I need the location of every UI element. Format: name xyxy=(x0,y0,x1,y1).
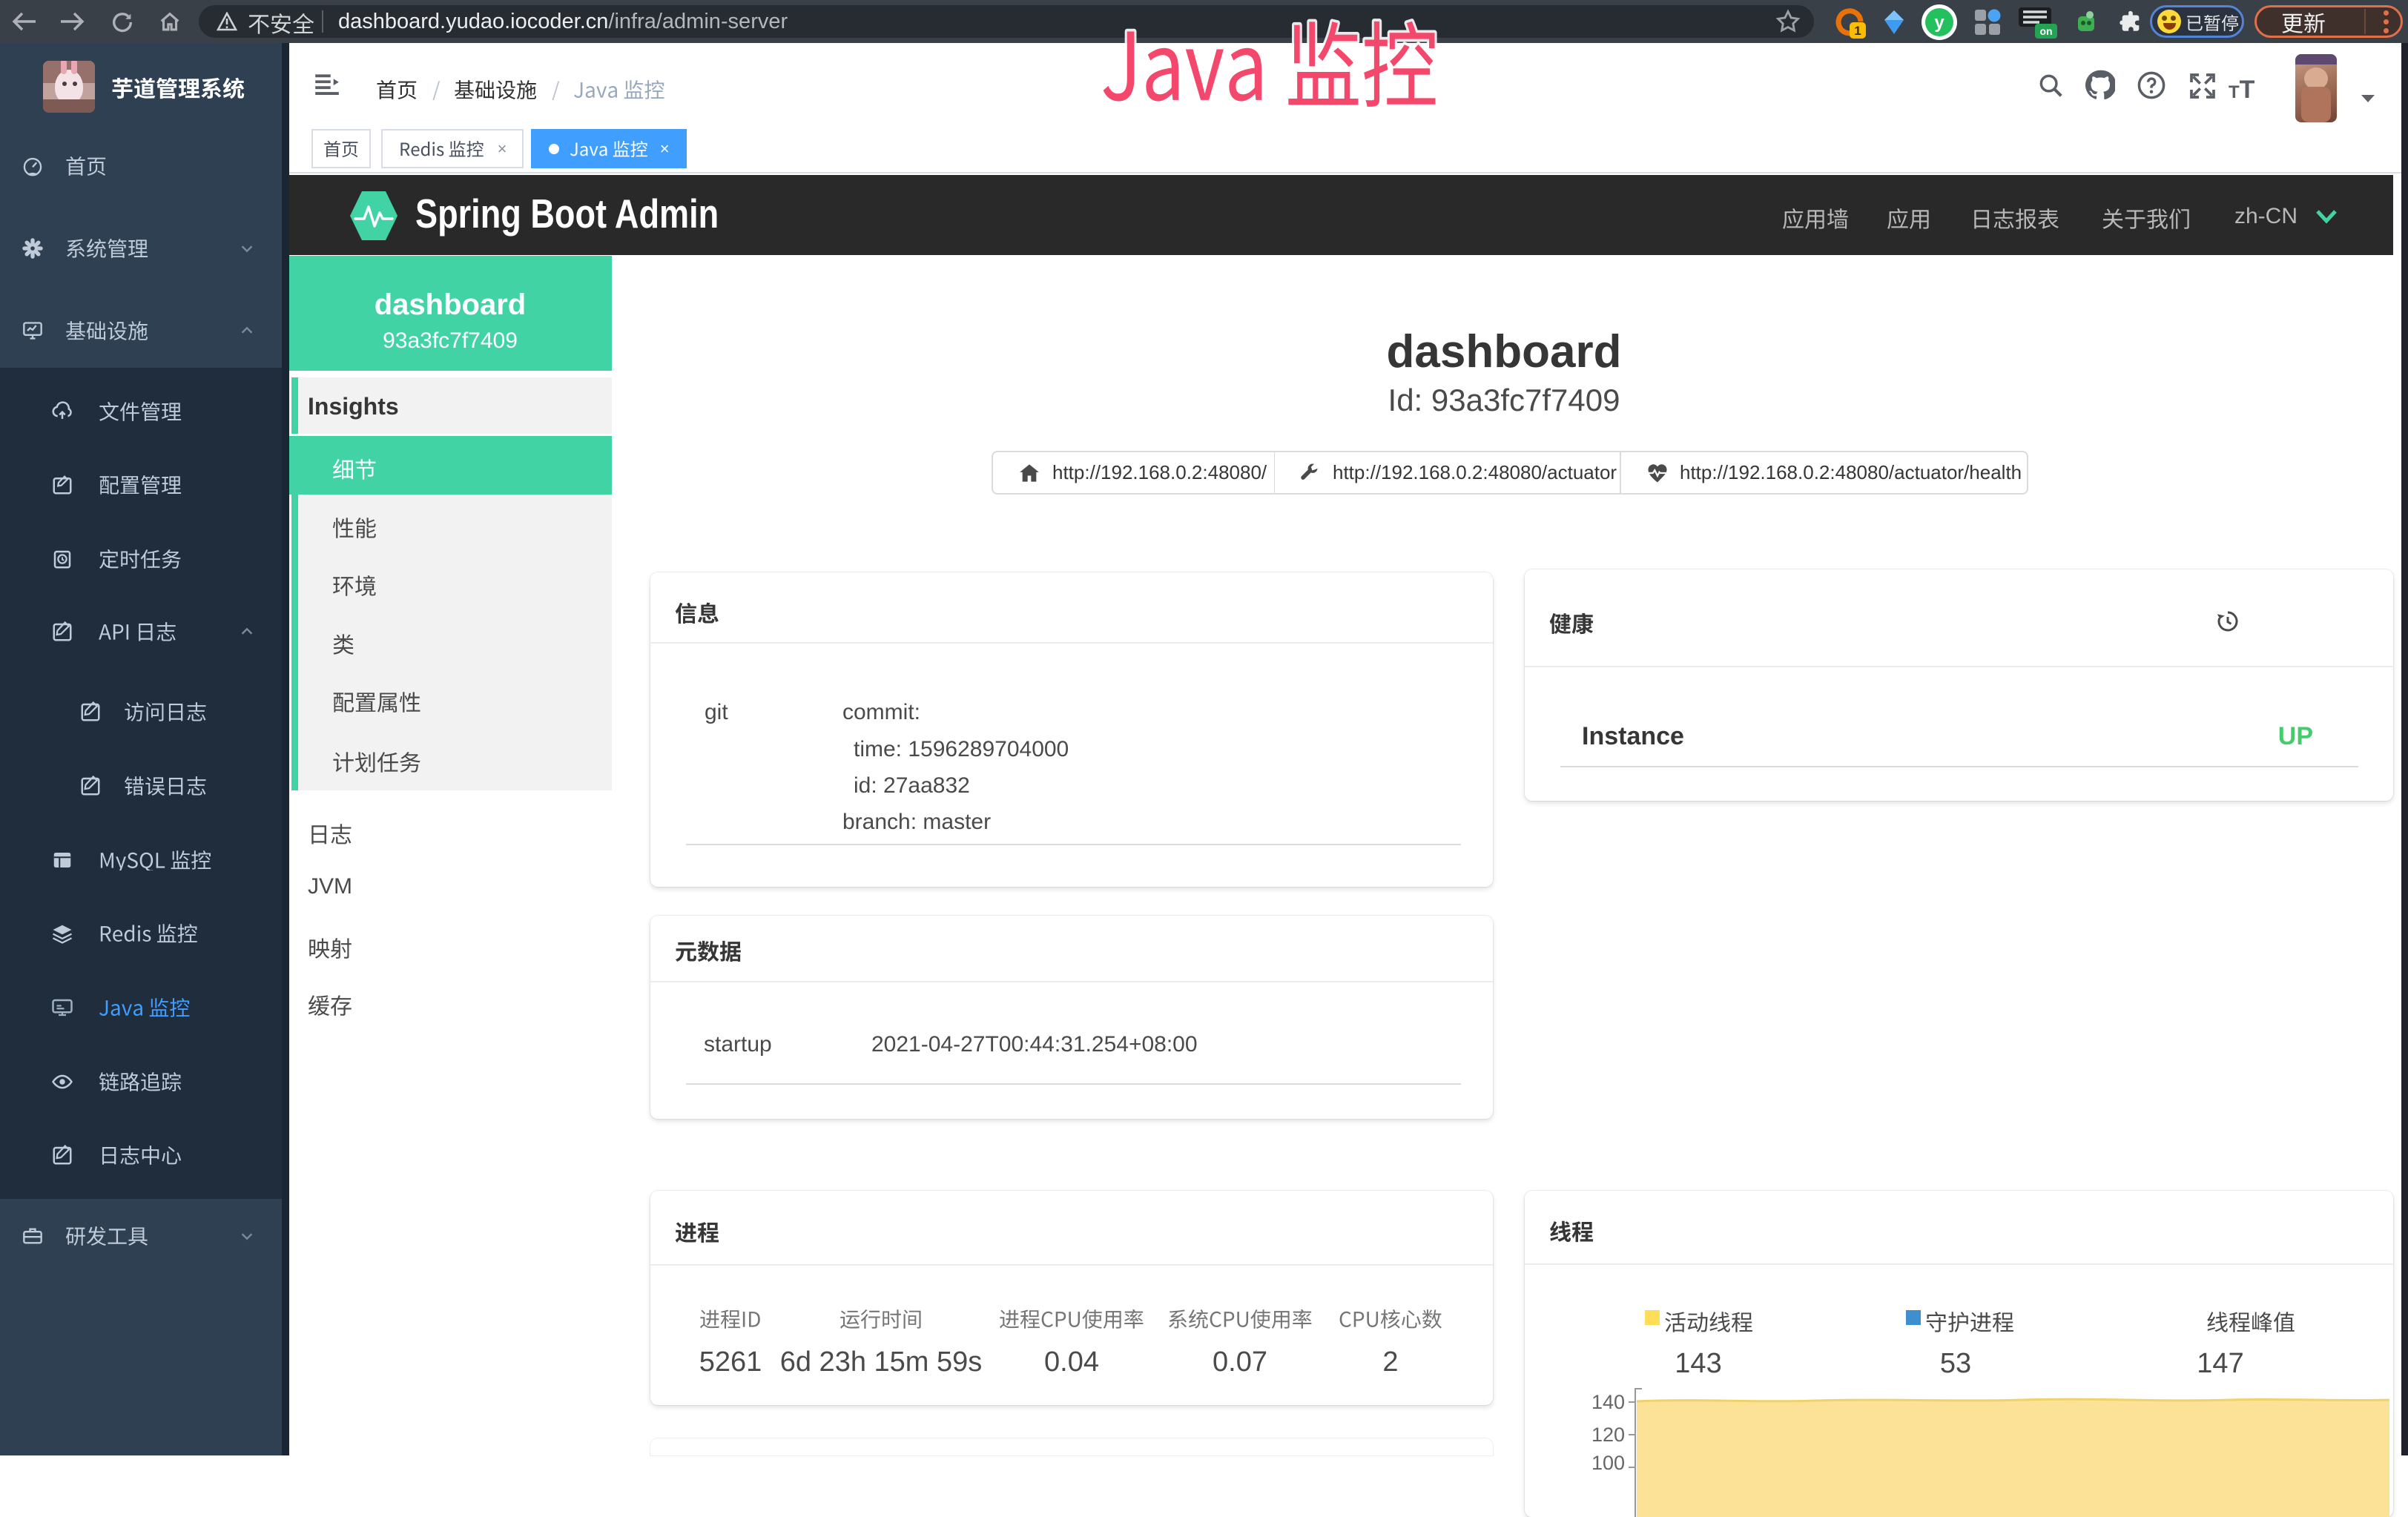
svg-text:on: on xyxy=(2039,25,2052,37)
svg-text:1: 1 xyxy=(1854,24,1861,38)
svg-text:y: y xyxy=(1934,13,1944,33)
